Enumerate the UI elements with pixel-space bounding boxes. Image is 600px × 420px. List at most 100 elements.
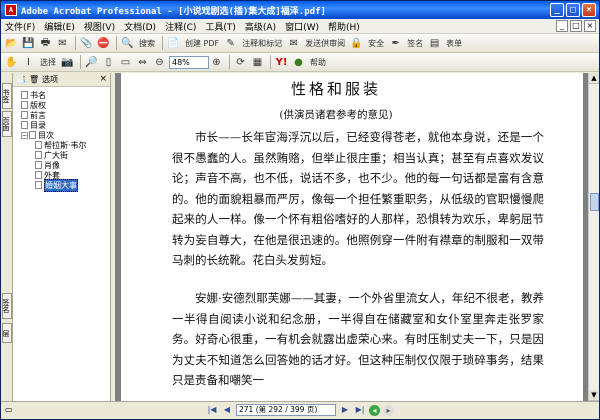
tab-signatures[interactable]: 签名 xyxy=(2,293,12,319)
maximize-button[interactable]: □ xyxy=(566,3,580,17)
email-icon[interactable]: ✉ xyxy=(55,36,70,51)
minimize-button[interactable]: _ xyxy=(550,3,564,17)
bookmark-options-button[interactable]: 选项 xyxy=(42,74,58,85)
bookmark-page-icon xyxy=(29,131,36,139)
yahoo-icon[interactable]: Y! xyxy=(274,55,289,70)
first-page-icon[interactable]: |◀ xyxy=(206,404,218,416)
bookmark-page-icon xyxy=(35,161,42,169)
save-icon[interactable]: 💾 xyxy=(21,36,36,51)
tab-layers[interactable]: 层 xyxy=(2,323,12,343)
comment-button[interactable]: 注释和标记 xyxy=(240,36,284,51)
close-button[interactable]: × xyxy=(582,3,596,17)
zoom-plus-icon[interactable]: ⊕ xyxy=(209,55,224,70)
bookmark-item[interactable]: 广大街 xyxy=(13,150,110,160)
hand-tool-icon[interactable]: ✋ xyxy=(4,55,19,70)
sign-button[interactable]: 签名 xyxy=(405,36,425,51)
main-toolbar: 📂 💾 🖶 ✉ 📎 ⛔ 🔍 搜索 📄 创建 PDF ✎ 注释和标记 ✉ 发送供审… xyxy=(1,34,599,53)
tab-pages[interactable]: 页面 xyxy=(2,111,12,137)
bookmark-page-icon xyxy=(35,151,42,159)
bookmark-page-icon xyxy=(21,101,28,109)
bookmark-item[interactable]: 版权 xyxy=(13,100,110,110)
page-number-input[interactable]: 271 (第 292 / 399 页) xyxy=(236,404,336,416)
pen-icon: ✒ xyxy=(391,37,400,49)
scroll-down-icon[interactable]: ▼ xyxy=(589,390,599,401)
bookmark-item[interactable]: 书名 xyxy=(13,90,110,100)
menu-item[interactable]: 文档(D) xyxy=(124,20,156,33)
last-page-icon[interactable]: ▶| xyxy=(354,404,366,416)
bookmark-item[interactable]: 帮拉斯·韦尔 xyxy=(13,140,110,150)
menu-item[interactable]: 高级(A) xyxy=(245,20,276,33)
page-title: 性格和服装 xyxy=(290,80,381,98)
bookmark-page-icon xyxy=(35,171,42,179)
bookmark-page-icon xyxy=(35,181,42,189)
menu-item[interactable]: 窗口(W) xyxy=(285,20,319,33)
menu-item[interactable]: 工具(T) xyxy=(205,20,236,33)
paragraph: 市长——长年宦海浮沉以后，已经变得苍老，就他本身说，还是一个很不愚蠢的人。虽然贿… xyxy=(172,130,544,267)
bookmark-item[interactable]: 目录 xyxy=(13,120,110,130)
acrobat-icon: A xyxy=(5,4,17,16)
send-review-icon: ✉ xyxy=(289,37,298,49)
select-tool-icon[interactable]: Ⅰ xyxy=(21,55,36,70)
fit-page-icon[interactable]: ▭ xyxy=(118,55,133,70)
bookmark-label: 婚姻大事 xyxy=(44,178,78,192)
rotate-icon[interactable]: ⟳ xyxy=(233,55,248,70)
scroll-up-icon[interactable]: ▲ xyxy=(589,73,599,84)
form-icon: ▤ xyxy=(429,37,440,49)
bookmark-page-icon xyxy=(21,121,28,129)
doc-restore-button[interactable]: □ xyxy=(570,20,582,32)
navigation-tabs: 书签 页面 签名 层 xyxy=(1,73,13,401)
document-view: 性格和服装 (供演员诸君参考的意见) 市长——长年宦海浮沉以后，已经变得苍老，就… xyxy=(115,73,588,401)
send-review-button[interactable]: 发送供审阅 xyxy=(303,36,347,51)
attach-icon[interactable]: 📎 xyxy=(79,36,94,51)
menu-item[interactable]: 编辑(E) xyxy=(44,20,75,33)
page-size-icon: ▭ xyxy=(5,405,13,414)
doc-close-button[interactable]: × xyxy=(584,20,596,32)
tab-bookmarks[interactable]: 书签 xyxy=(2,83,12,109)
menu-item[interactable]: 帮助(H) xyxy=(328,20,360,33)
bookmark-item[interactable]: 婚姻大事 xyxy=(13,178,110,192)
bookmark-item[interactable]: 前言 xyxy=(13,110,110,120)
menu-bar: 文件(F) 编辑(E) 视图(V) 文档(D) 注释(C) 工具(T) 高级(A) 窗口(W)… xyxy=(1,19,599,34)
title-bar: A Adobe Acrobat Professional - [小说戏剧选(插)… xyxy=(1,1,599,19)
bookmark-item[interactable]: 肖像 xyxy=(13,160,110,170)
scroll-thumb[interactable] xyxy=(590,193,599,211)
doc-minimize-button[interactable]: _ xyxy=(556,20,568,32)
pages-icon[interactable]: ▦ xyxy=(250,55,265,70)
select-tool-button[interactable]: 选择 xyxy=(38,55,58,70)
create-pdf-button[interactable]: 创建 PDF xyxy=(183,36,221,51)
status-bar: ▭ |◀ ◀ 271 (第 292 / 399 页) ▶ ▶| ◂ ▸ xyxy=(1,401,599,419)
page-subtitle: (供演员诸君参考的意见) xyxy=(279,109,393,121)
open-icon[interactable]: 📂 xyxy=(4,36,19,51)
next-page-icon[interactable]: ▶ xyxy=(339,404,351,416)
create-pdf-icon: 📄 xyxy=(167,37,180,49)
forms-button[interactable]: 表单 xyxy=(444,36,464,51)
new-bookmark-icon[interactable]: 📑 xyxy=(16,75,26,84)
snapshot-icon[interactable]: 📷 xyxy=(60,55,75,70)
collapse-icon[interactable]: − xyxy=(21,131,28,139)
print-icon[interactable]: 🖶 xyxy=(38,36,53,51)
search-icon[interactable]: 🔍 xyxy=(120,36,135,51)
zoom-input[interactable]: 48% xyxy=(169,55,209,69)
zoom-in-icon[interactable]: 🔎 xyxy=(84,55,99,70)
stop-icon[interactable]: ⛔ xyxy=(96,36,111,51)
next-view-icon[interactable]: ▸ xyxy=(383,404,394,416)
search-button[interactable]: 搜索 xyxy=(137,36,157,51)
secure-button[interactable]: 安全 xyxy=(366,36,386,51)
close-panel-icon[interactable]: × xyxy=(99,74,107,84)
help-button[interactable]: 帮助 xyxy=(308,55,328,70)
help-icon: ● xyxy=(294,56,303,68)
bookmark-page-icon xyxy=(21,91,28,99)
fit-width-icon[interactable]: ⇔ xyxy=(135,55,150,70)
prev-page-icon[interactable]: ◀ xyxy=(221,404,233,416)
previous-view-icon[interactable]: ◂ xyxy=(369,404,380,416)
actual-size-icon[interactable]: ▯ xyxy=(101,55,116,70)
paragraph: 安娜·安德烈耶芙娜——其妻，一个外省里流女人，年纪不很老，教养一半得自阅读小说和… xyxy=(172,291,544,387)
delete-bookmark-icon[interactable]: 🗑 xyxy=(29,75,39,84)
bookmark-item[interactable]: − 目次 xyxy=(13,130,110,140)
bookmarks-panel: 📑 🗑 选项 × 书名 版权 前言 目录 − 目次 帮拉斯·韦尔 广大街 肖像 外套 婚姻大事 xyxy=(13,73,111,401)
menu-item[interactable]: 文件(F) xyxy=(5,20,35,33)
menu-item[interactable]: 视图(V) xyxy=(84,20,115,33)
menu-item[interactable]: 注释(C) xyxy=(165,20,196,33)
vertical-scrollbar[interactable]: ▲ ▼ xyxy=(588,73,599,401)
zoom-out-icon[interactable]: ⊖ xyxy=(152,55,167,70)
